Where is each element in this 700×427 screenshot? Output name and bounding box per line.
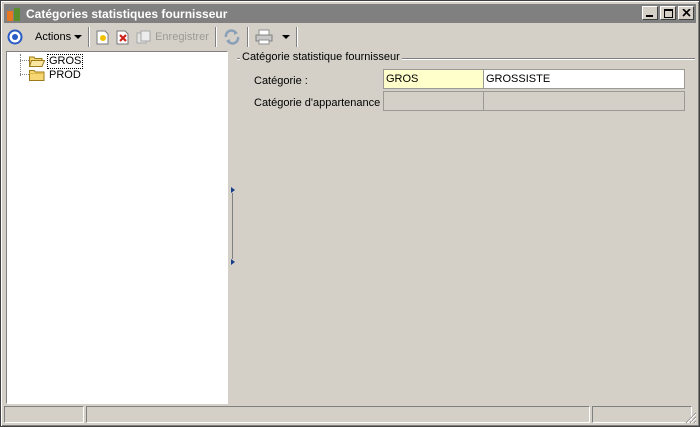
chevron-down-icon <box>281 35 290 39</box>
categorie-code-value: GROS <box>386 73 419 85</box>
appartenance-code-field[interactable] <box>383 91 484 111</box>
app-icon <box>6 6 22 22</box>
open-folder-icon <box>29 56 45 67</box>
new-button[interactable] <box>93 26 113 48</box>
window-controls <box>642 6 694 20</box>
pane-splitter[interactable] <box>229 187 236 267</box>
tree-connector <box>20 74 29 75</box>
title-bar[interactable]: Catégories statistiques fournisseur <box>4 4 696 23</box>
status-bar <box>4 406 696 424</box>
appartenance-label: Catégorie d'appartenance : <box>254 97 387 109</box>
window: Catégories statistiques fournisseur Acti… <box>0 0 700 427</box>
categorie-description-value: GROSSISTE <box>486 73 551 85</box>
toolbar-separator <box>246 27 249 47</box>
toolbar-separator <box>88 27 91 47</box>
toolbar-separator <box>295 27 298 47</box>
close-button[interactable] <box>678 6 694 20</box>
new-document-icon <box>96 30 109 44</box>
maximize-button[interactable] <box>660 6 676 20</box>
status-cell <box>592 406 692 423</box>
status-cell <box>86 406 590 423</box>
window-title: Catégories statistiques fournisseur <box>26 6 228 21</box>
status-cell <box>4 406 84 423</box>
toolbar-separator <box>214 27 217 47</box>
category-tree[interactable]: GROS PROD <box>6 51 228 404</box>
refresh-button[interactable] <box>220 26 244 48</box>
tree-item-prod[interactable]: PROD <box>29 68 82 82</box>
tree-connector <box>20 54 21 76</box>
categorie-label: Catégorie : <box>254 75 308 87</box>
categorie-code-field[interactable]: GROS <box>383 69 484 89</box>
splitter-line <box>232 193 233 259</box>
refresh-icon <box>224 29 240 45</box>
toolbar: Actions Enregistrer <box>4 25 696 49</box>
target-circle-icon <box>7 29 23 45</box>
tree-connector <box>20 60 29 61</box>
print-options-button[interactable] <box>276 26 293 48</box>
save-label: Enregistrer <box>155 31 209 43</box>
printer-icon <box>255 29 273 45</box>
print-button[interactable] <box>252 26 276 48</box>
tree-item-gros[interactable]: GROS <box>29 53 84 69</box>
minimize-button[interactable] <box>642 6 658 20</box>
folder-icon <box>29 70 45 81</box>
save-icon <box>136 30 151 43</box>
tree-item-label: PROD <box>49 68 81 81</box>
chevron-down-icon <box>74 35 83 39</box>
close-icon <box>681 9 691 17</box>
appartenance-description-field[interactable] <box>483 91 685 111</box>
delete-button[interactable] <box>113 26 133 48</box>
minimize-icon <box>646 15 653 17</box>
resize-grip-icon[interactable] <box>685 412 697 424</box>
group-title: Catégorie statistique fournisseur <box>240 51 402 63</box>
arrow-right-icon <box>231 259 235 265</box>
actions-label: Actions <box>35 31 72 43</box>
save-button[interactable]: Enregistrer <box>133 26 212 48</box>
tree-item-label: GROS <box>46 53 84 69</box>
categorie-description-field[interactable]: GROSSISTE <box>483 69 685 89</box>
actions-menu-button[interactable]: Actions <box>26 26 85 48</box>
delete-icon <box>116 30 129 44</box>
navigation-button[interactable] <box>4 26 26 48</box>
maximize-icon <box>663 8 673 18</box>
